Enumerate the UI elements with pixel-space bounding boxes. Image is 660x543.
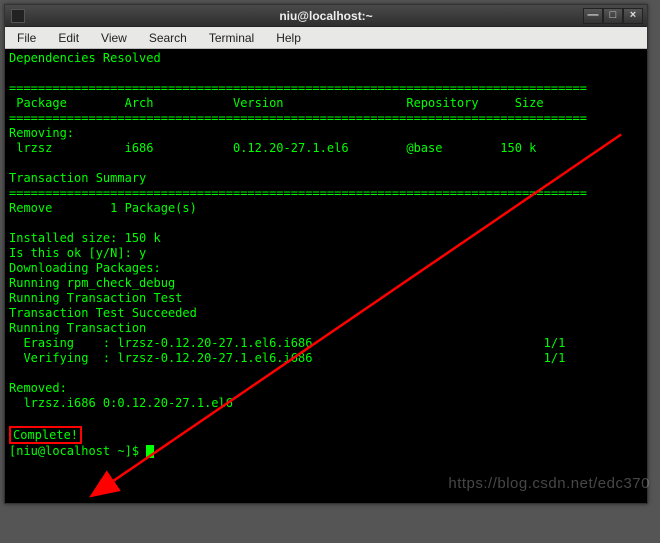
line-removed-pkg: lrzsz.i686 0:0.12.20-27.1.el6 xyxy=(9,396,233,410)
cursor-block xyxy=(146,445,154,458)
line-rpm-check: Running rpm_check_debug xyxy=(9,276,175,290)
close-button[interactable]: × xyxy=(623,8,643,24)
menubar: File Edit View Search Terminal Help xyxy=(5,27,647,49)
line-complete: Complete! xyxy=(13,428,78,442)
terminal-output[interactable]: Dependencies Resolved ==================… xyxy=(5,49,647,503)
line-verifying: Verifying : lrzsz-0.12.20-27.1.el6.i686 … xyxy=(9,351,565,365)
line-dep-resolved: Dependencies Resolved xyxy=(9,51,161,65)
menu-file[interactable]: File xyxy=(11,29,42,47)
menu-help[interactable]: Help xyxy=(270,29,307,47)
titlebar: niu@localhost:~ — □ × xyxy=(5,5,647,27)
line-remove-count: Remove 1 Package(s) xyxy=(9,201,197,215)
menu-edit[interactable]: Edit xyxy=(52,29,85,47)
separator: ========================================… xyxy=(9,186,587,200)
terminal-window: niu@localhost:~ — □ × File Edit View Sea… xyxy=(4,4,648,504)
line-is-ok: Is this ok [y/N]: y xyxy=(9,246,146,260)
window-title: niu@localhost:~ xyxy=(279,9,372,23)
maximize-button[interactable]: □ xyxy=(603,8,623,24)
line-inst-size: Installed size: 150 k xyxy=(9,231,161,245)
line-run-txn: Running Transaction xyxy=(9,321,146,335)
window-controls: — □ × xyxy=(583,8,643,24)
separator: ========================================… xyxy=(9,81,587,95)
table-row: lrzsz i686 0.12.20-27.1.el6 @base 150 k xyxy=(9,141,536,155)
line-txn-summary: Transaction Summary xyxy=(9,171,146,185)
app-icon xyxy=(11,9,25,23)
line-removing: Removing: xyxy=(9,126,74,140)
menu-terminal[interactable]: Terminal xyxy=(203,29,260,47)
line-run-txn-test: Running Transaction Test xyxy=(9,291,182,305)
separator: ========================================… xyxy=(9,111,587,125)
shell-prompt: [niu@localhost ~]$ xyxy=(9,444,146,458)
menu-view[interactable]: View xyxy=(95,29,133,47)
minimize-button[interactable]: — xyxy=(583,8,603,24)
complete-highlight: Complete! xyxy=(9,426,82,444)
line-downloading: Downloading Packages: xyxy=(9,261,161,275)
menu-search[interactable]: Search xyxy=(143,29,193,47)
line-removed: Removed: xyxy=(9,381,67,395)
line-erasing: Erasing : lrzsz-0.12.20-27.1.el6.i686 1/… xyxy=(9,336,565,350)
table-header: Package Arch Version Repository Size xyxy=(9,96,544,110)
line-txn-test-ok: Transaction Test Succeeded xyxy=(9,306,197,320)
